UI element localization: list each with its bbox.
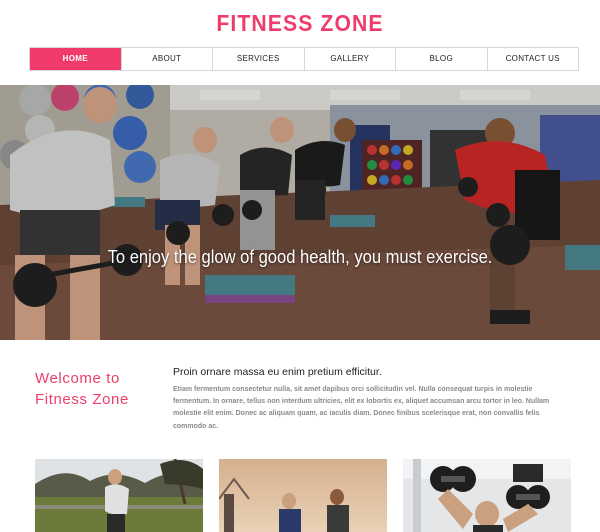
nav-item-blog[interactable]: BLOG	[395, 48, 487, 70]
site-title[interactable]: FITNESS ZONE	[24, 8, 576, 38]
running-photo	[35, 459, 203, 532]
hero-banner	[0, 85, 600, 340]
gallery-image-bridge[interactable]	[219, 459, 387, 532]
intro-heading: Proin ornare massa eu enim pretium effic…	[173, 366, 382, 378]
welcome-title: Welcome to Fitness Zone	[35, 368, 165, 410]
gallery-image-running[interactable]	[35, 459, 203, 532]
nav-item-services[interactable]: SERVICES	[212, 48, 304, 70]
gallery-image-dumbbells[interactable]	[403, 459, 571, 532]
nav-item-about[interactable]: ABOUT	[120, 48, 212, 70]
nav-item-contact-us[interactable]: CONTACT US	[486, 48, 578, 70]
hero-gym-photo	[0, 85, 600, 340]
nav-item-gallery[interactable]: GALLERY	[303, 48, 395, 70]
dumbbell-photo	[403, 459, 571, 532]
main-nav: HOME ABOUT SERVICES GALLERY BLOG CONTACT…	[29, 47, 579, 71]
welcome-title-line1: Welcome to	[35, 370, 120, 387]
welcome-title-line2: Fitness Zone	[35, 391, 129, 408]
intro-body: Etiam fermentum consectetur nulla, sit a…	[173, 386, 550, 430]
bridge-photo	[219, 459, 387, 532]
hero-caption: To enjoy the glow of good health, you mu…	[107, 247, 493, 267]
nav-item-home[interactable]: HOME	[30, 48, 121, 70]
